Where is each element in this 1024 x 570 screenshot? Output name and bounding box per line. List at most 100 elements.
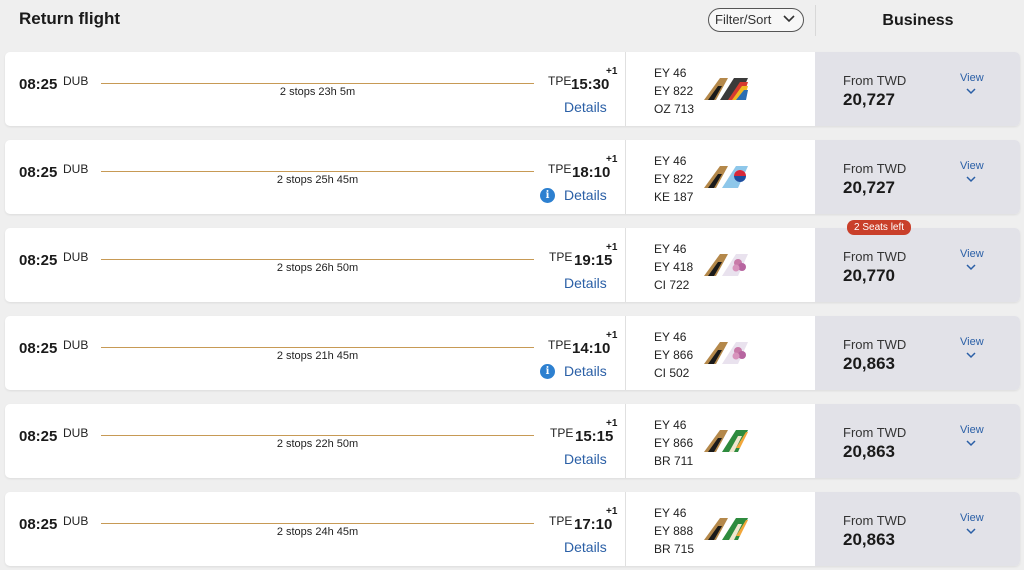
flight-number: EY 888 (654, 524, 694, 538)
flight-result-card[interactable]: 08:25 DUB 2 stops 24h 45m TPE 17:10 +1 D… (5, 492, 1020, 566)
departure-time: 08:25 (19, 164, 58, 181)
info-icon[interactable]: i (540, 188, 555, 203)
flight-numbers: EY 46 EY 822 OZ 713 (654, 64, 694, 118)
flight-number: EY 46 (654, 506, 687, 520)
flight-numbers: EY 46 EY 888 BR 715 (654, 504, 694, 558)
airline-tail-logo (704, 430, 748, 452)
route-line (101, 523, 534, 524)
price-from-label: From TWD (843, 425, 907, 440)
flight-result-card[interactable]: 08:25 DUB 2 stops 21h 45m TPE 14:10 +1 i… (5, 316, 1020, 390)
flight-number: EY 46 (654, 418, 687, 432)
divider (625, 140, 626, 214)
arrival-airport: TPE (548, 162, 572, 176)
chevron-down-icon[interactable] (966, 264, 976, 271)
arrival-time: 17:10 (574, 516, 613, 533)
price-value: 20,727 (843, 90, 895, 109)
airline-tail-logo (704, 166, 748, 188)
price-value: 20,727 (843, 178, 895, 197)
chevron-down-icon[interactable] (966, 176, 976, 183)
departure-airport: DUB (63, 250, 89, 264)
seats-left-badge: 2 Seats left (847, 220, 912, 235)
view-fares-link[interactable]: View (960, 424, 984, 436)
airline-tail-logo (704, 518, 748, 540)
view-fares-link[interactable]: View (960, 72, 984, 84)
results-header: Return flight Filter/Sort Business (0, 0, 1024, 40)
details-link[interactable]: Details (564, 539, 607, 555)
departure-time: 08:25 (19, 516, 58, 533)
price-panel[interactable]: From TWD 20,727 View (815, 140, 1020, 214)
chevron-down-icon[interactable] (966, 88, 976, 95)
price-value: 20,863 (843, 354, 895, 373)
price-panel[interactable]: From TWD 20,863 View (815, 404, 1020, 478)
price-from-label: From TWD (843, 337, 907, 352)
flight-number: CI 502 (654, 366, 690, 380)
price-value: 20,863 (843, 442, 895, 461)
details-link[interactable]: Details (564, 275, 607, 291)
departure-airport: DUB (63, 426, 89, 440)
flight-result-card[interactable]: 08:25 DUB 2 stops 22h 50m TPE 15:15 +1 D… (5, 404, 1020, 478)
filter-sort-button[interactable]: Filter/Sort (708, 8, 804, 32)
departure-airport: DUB (63, 74, 89, 88)
day-offset-badge: +1 (606, 66, 618, 77)
stops-duration: 2 stops 24h 45m (276, 526, 359, 538)
divider (625, 228, 626, 302)
departure-time: 08:25 (19, 252, 58, 269)
day-offset-badge: +1 (606, 242, 618, 253)
flight-number: EY 46 (654, 66, 687, 80)
price-panel[interactable]: From TWD 20,863 View (815, 316, 1020, 390)
arrival-time: 15:15 (575, 428, 614, 445)
flight-numbers: EY 46 EY 822 KE 187 (654, 152, 693, 206)
day-offset-badge: +1 (606, 418, 618, 429)
flight-number: BR 715 (654, 542, 695, 556)
view-fares-link[interactable]: View (960, 160, 984, 172)
day-offset-badge: +1 (606, 330, 618, 341)
flight-number: EY 46 (654, 242, 687, 256)
details-link[interactable]: Details (564, 451, 607, 467)
flight-number: EY 866 (654, 348, 694, 362)
price-panel[interactable]: From TWD 20,863 View (815, 492, 1020, 566)
departure-airport: DUB (63, 514, 89, 528)
flight-number: OZ 713 (654, 102, 695, 116)
route-line (101, 83, 534, 84)
stops-duration: 2 stops 25h 45m (276, 174, 359, 186)
airline-tail-logo (704, 78, 748, 100)
price-panel[interactable]: 2 Seats left From TWD 20,770 View (815, 220, 1020, 302)
details-link[interactable]: Details (564, 187, 607, 203)
arrival-time: 15:30 (571, 76, 610, 93)
flight-result-card[interactable]: 08:25 DUB 2 stops 23h 5m TPE 15:30 +1 De… (5, 52, 1020, 126)
arrival-airport: TPE (550, 426, 574, 440)
divider (625, 52, 626, 126)
flight-number: KE 187 (654, 190, 694, 204)
departure-time: 08:25 (19, 428, 58, 445)
price-panel[interactable]: From TWD 20,727 View (815, 52, 1020, 126)
flight-numbers: EY 46 EY 418 CI 722 (654, 240, 693, 294)
details-link[interactable]: Details (564, 363, 607, 379)
view-fares-link[interactable]: View (960, 248, 984, 260)
flight-result-card[interactable]: 08:25 DUB 2 stops 26h 50m TPE 19:15 +1 D… (5, 220, 1020, 302)
flight-numbers: EY 46 EY 866 BR 711 (654, 416, 693, 470)
view-fares-link[interactable]: View (960, 336, 984, 348)
arrival-airport: TPE (549, 514, 573, 528)
details-link[interactable]: Details (564, 99, 607, 115)
stops-duration: 2 stops 21h 45m (276, 350, 359, 362)
divider (625, 492, 626, 566)
info-icon[interactable]: i (540, 364, 555, 379)
arrival-airport: TPE (548, 74, 572, 88)
view-fares-link[interactable]: View (960, 512, 984, 524)
arrival-time: 19:15 (574, 252, 613, 269)
departure-time: 08:25 (19, 340, 58, 357)
stops-duration: 2 stops 23h 5m (279, 86, 356, 98)
stops-duration: 2 stops 22h 50m (276, 438, 359, 450)
arrival-time: 14:10 (572, 340, 611, 357)
flight-number: EY 822 (654, 84, 694, 98)
chevron-down-icon[interactable] (966, 440, 976, 447)
chevron-down-icon[interactable] (966, 352, 976, 359)
price-from-label: From TWD (843, 73, 907, 88)
flight-number: BR 711 (654, 454, 694, 468)
flight-number: EY 866 (654, 436, 694, 450)
page-title: Return flight (19, 9, 121, 28)
flight-result-card[interactable]: 08:25 DUB 2 stops 25h 45m TPE 18:10 +1 i… (5, 140, 1020, 214)
route-line (101, 435, 534, 436)
arrival-airport: TPE (549, 250, 573, 264)
chevron-down-icon[interactable] (966, 528, 976, 535)
